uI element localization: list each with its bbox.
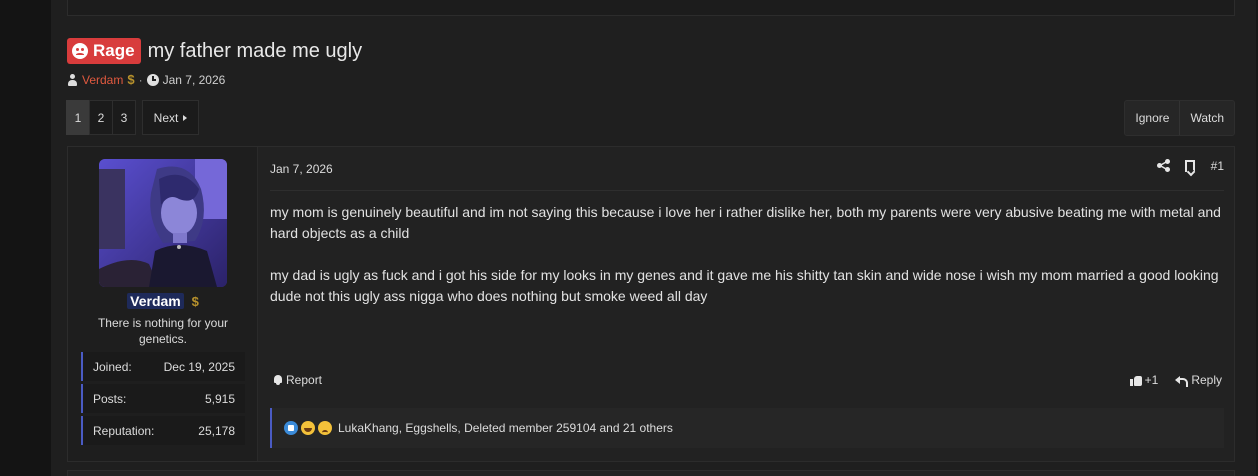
post-actions: +1 Reply: [1129, 373, 1222, 387]
pagination: 1 2 3 Next: [66, 100, 199, 135]
user-title: There is nothing for your genetics.: [97, 316, 229, 346]
dollar-badge-icon: $: [191, 294, 199, 309]
post-text: my mom is genuinely beautiful and im not…: [270, 202, 1224, 307]
next-post-box: [67, 470, 1235, 476]
reply-button[interactable]: Reply: [1191, 373, 1222, 387]
page-1-button[interactable]: 1: [66, 100, 90, 135]
stat-value: Dec 19, 2025: [163, 359, 235, 374]
thread-title: Rage my father made me ugly: [67, 38, 362, 64]
next-page-button[interactable]: Next: [142, 100, 199, 135]
post-user-cell: Verdam $ There is nothing for your genet…: [68, 147, 258, 461]
stat-label: Posts:: [93, 391, 127, 406]
stat-posts: Posts: 5,915: [81, 384, 245, 413]
page-2-button[interactable]: 2: [89, 100, 113, 135]
stat-label: Reputation:: [93, 423, 155, 438]
thread-date-link[interactable]: Jan 7, 2026: [163, 73, 226, 87]
post-paragraph: my dad is ugly as fuck and i got his sid…: [270, 267, 1219, 304]
thread-meta: Verdam $ · Jan 7, 2026: [67, 72, 225, 87]
post-divider: [270, 190, 1224, 191]
user-name[interactable]: Verdam $: [68, 293, 258, 309]
stat-value: 25,178: [198, 423, 235, 438]
share-icon[interactable]: [1156, 159, 1171, 173]
reply-icon: [1175, 375, 1189, 387]
outer-gutter: [0, 0, 51, 476]
post-paragraph: my mom is genuinely beautiful and im not…: [270, 204, 1221, 241]
post-number-link[interactable]: #1: [1211, 159, 1224, 173]
reactions-bar[interactable]: LukaKhang, Eggshells, Deleted member 259…: [270, 408, 1224, 448]
bookmark-icon[interactable]: [1184, 160, 1195, 172]
page-3-button[interactable]: 3: [112, 100, 136, 135]
report-link[interactable]: Report: [273, 373, 322, 387]
thread-actions: Ignore Watch: [1124, 100, 1235, 136]
prefix-label: Rage: [93, 41, 135, 60]
stat-label: Joined:: [93, 359, 132, 374]
watch-button[interactable]: Watch: [1179, 101, 1234, 135]
post-tools: #1: [1156, 159, 1224, 173]
main-column: Rage my father made me ugly Verdam $ · J…: [51, 0, 1256, 476]
thread-author-link[interactable]: Verdam: [82, 73, 123, 87]
user-icon: [67, 73, 78, 86]
laugh-icon: [301, 421, 315, 435]
react-button[interactable]: +1: [1145, 373, 1159, 387]
bell-icon: [273, 375, 283, 385]
post-body: Jan 7, 2026 #1 my mom is genuinely beaut…: [270, 147, 1224, 461]
sad-icon: [318, 421, 332, 435]
reactions-users-link[interactable]: LukaKhang, Eggshells, Deleted member 259…: [338, 421, 673, 435]
meta-separator: ·: [138, 72, 143, 87]
post: Verdam $ There is nothing for your genet…: [67, 146, 1235, 462]
caret-right-icon: [183, 114, 188, 121]
post-date-link[interactable]: Jan 7, 2026: [270, 162, 333, 176]
thread-title-text: my father made me ugly: [147, 39, 363, 62]
ignore-button[interactable]: Ignore: [1125, 101, 1179, 135]
dollar-badge-icon: $: [127, 72, 135, 87]
previous-content-box: [67, 0, 1235, 16]
like-icon: [284, 421, 298, 435]
report-label: Report: [286, 373, 323, 387]
clock-icon: [146, 73, 159, 86]
next-label: Next: [153, 110, 179, 125]
avatar[interactable]: [99, 159, 227, 287]
angry-face-icon: [72, 43, 88, 59]
stat-reputation: Reputation: 25,178: [81, 416, 245, 445]
stat-value: 5,915: [204, 391, 235, 406]
thumbs-up-icon[interactable]: [1129, 374, 1142, 386]
user-name-text: Verdam: [127, 293, 184, 309]
rage-prefix-badge[interactable]: Rage: [67, 38, 141, 64]
stat-joined: Joined: Dec 19, 2025: [81, 352, 245, 381]
